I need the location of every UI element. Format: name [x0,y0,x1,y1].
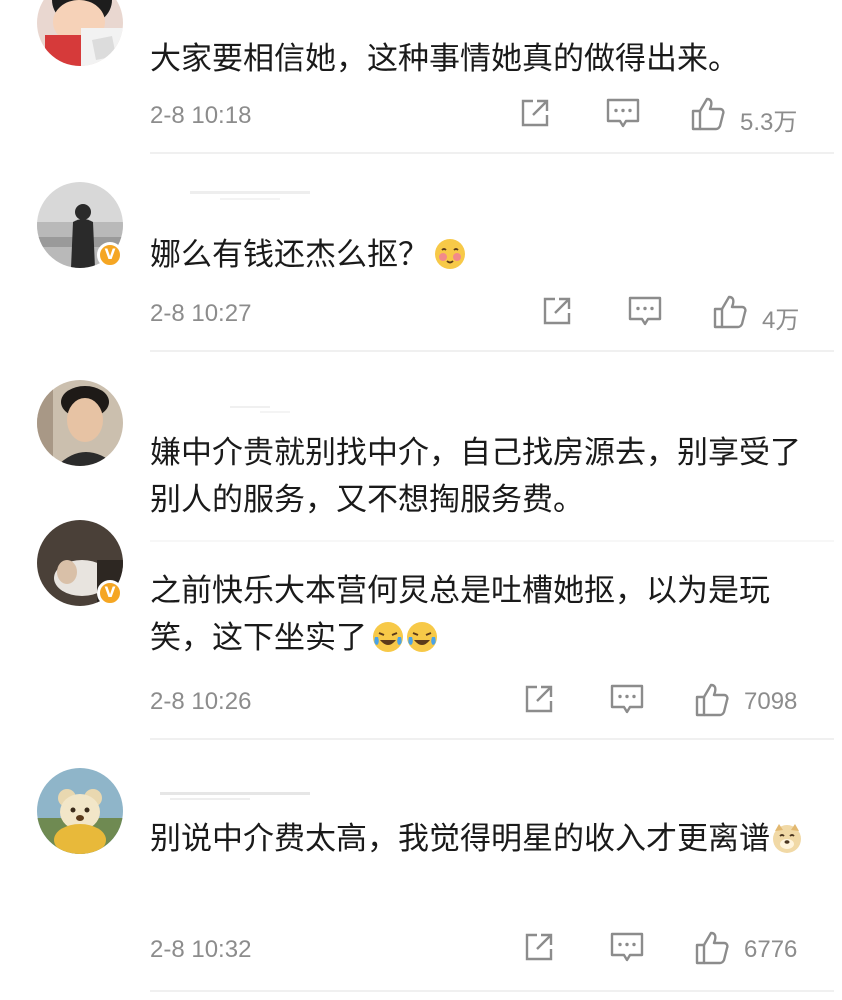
comment-meta: 2-8 10:18 5.3万 [150,96,820,136]
comment-meta: 2-8 10:32 6776 [150,930,820,970]
comment-text-content: 别说中介费太高，我觉得明星的收入才更离谱 [150,821,770,857]
avatar[interactable] [37,768,123,854]
username-blurred [190,191,310,200]
like-icon[interactable] [694,682,730,722]
username-blurred [230,406,290,413]
comment-icon[interactable] [605,96,641,134]
like-icon[interactable] [712,294,748,334]
doge-emoji-icon [770,821,804,869]
comment-icon[interactable] [609,930,645,968]
blush-emoji-icon [433,237,467,285]
comment-text: 嫌中介贵就别找中介，自己找房源去，别享受了别人的服务，又不想掏服务费。 [150,435,801,518]
like-count: 4万 [762,307,800,334]
comment-icon[interactable] [609,682,645,720]
laugh-cry-emoji-icon [371,620,405,668]
comment-text-content: 娜么有钱还杰么抠？ [150,237,429,273]
avatar[interactable] [37,380,123,466]
like-count: 5.3万 [740,109,798,136]
share-icon[interactable] [522,930,556,968]
divider [150,990,834,992]
share-icon[interactable] [540,294,574,332]
verified-icon: V [97,242,123,268]
like-count: 7098 [744,688,798,715]
comment-time: 2-8 10:27 [150,300,252,327]
avatar[interactable] [37,0,123,66]
comment-text-content: 之前快乐大本营何炅总是吐槽她抠，以为是玩笑，这下坐实了 [150,573,770,656]
share-icon[interactable] [518,96,552,134]
divider [150,540,834,542]
divider [150,738,834,740]
comment-icon[interactable] [627,294,663,332]
username-blurred [160,792,310,800]
comment-meta: 2-8 10:26 7098 [150,682,820,722]
comment-text: 别说中介费太高，我觉得明星的收入才更离谱 [150,816,820,869]
comment-time: 2-8 10:32 [150,936,252,963]
comment-time: 2-8 10:26 [150,688,252,715]
like-icon[interactable] [694,930,730,970]
laugh-cry-emoji-icon [405,620,439,668]
divider [150,350,834,352]
share-icon[interactable] [522,682,556,720]
divider [150,152,834,154]
verified-icon: V [97,580,123,606]
comment-text: 大家要相信她，这种事情她真的做得出来。 [150,41,739,77]
like-count: 6776 [744,936,798,963]
comment-meta: 2-8 10:27 4万 [150,294,820,334]
comment-text: 之前快乐大本营何炅总是吐槽她抠，以为是玩笑，这下坐实了 [150,568,820,668]
comment-time: 2-8 10:18 [150,102,252,129]
like-icon[interactable] [690,96,726,136]
comment-text: 娜么有钱还杰么抠？ [150,232,820,285]
